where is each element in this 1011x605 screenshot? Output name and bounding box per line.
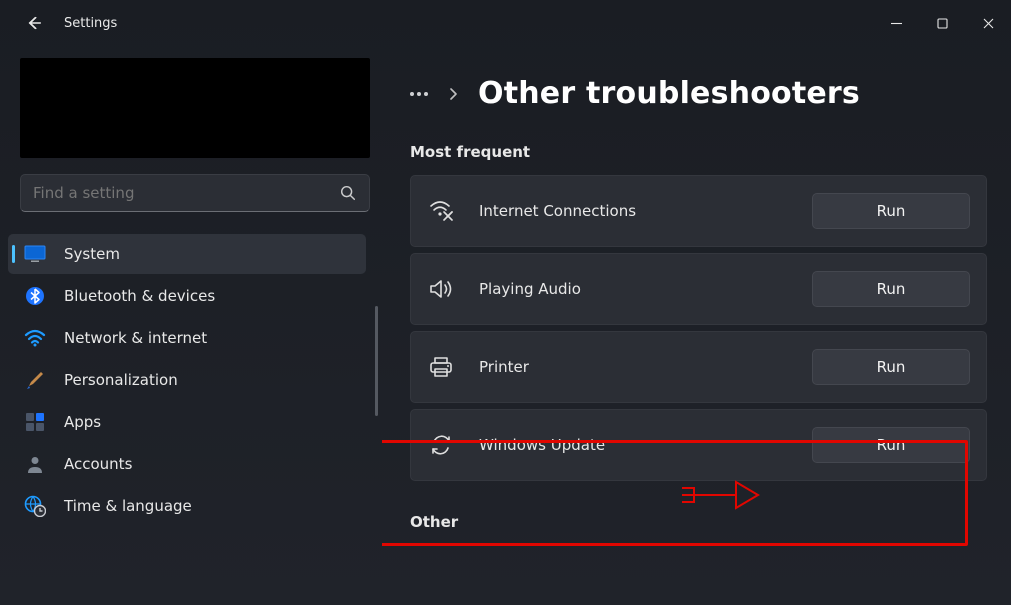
settings-window: Settings	[0, 0, 1011, 605]
troubleshooter-label: Printer	[479, 358, 529, 376]
troubleshooter-label: Windows Update	[479, 436, 605, 454]
nav-apps[interactable]: Apps	[8, 402, 366, 442]
nav-label: System	[64, 245, 120, 263]
nav-bluetooth[interactable]: Bluetooth & devices	[8, 276, 366, 316]
active-indicator	[12, 245, 15, 263]
main-content: Other troubleshooters Most frequent Inte…	[382, 46, 1011, 605]
globe-clock-icon	[24, 495, 46, 517]
run-button[interactable]: Run	[812, 427, 970, 463]
maximize-button[interactable]	[919, 0, 965, 46]
bluetooth-icon	[24, 285, 46, 307]
window-controls	[873, 0, 1011, 46]
close-button[interactable]	[965, 0, 1011, 46]
troubleshooter-internet-connections: Internet Connections Run	[410, 175, 987, 247]
nav-label: Time & language	[64, 497, 192, 515]
apps-icon	[24, 411, 46, 433]
person-icon	[24, 453, 46, 475]
nav-accounts[interactable]: Accounts	[8, 444, 366, 484]
account-header-redacted[interactable]	[20, 58, 370, 158]
section-title-other: Other	[410, 513, 987, 531]
annotation-arrow	[680, 476, 760, 514]
page-title: Other troubleshooters	[478, 76, 860, 111]
search-input[interactable]	[33, 184, 339, 202]
sidebar-scrollbar[interactable]	[375, 306, 378, 416]
section-title-most-frequent: Most frequent	[410, 143, 987, 161]
chevron-right-icon	[448, 87, 458, 101]
paintbrush-icon	[24, 369, 46, 391]
titlebar: Settings	[0, 0, 1011, 46]
troubleshooter-printer: Printer Run	[410, 331, 987, 403]
troubleshooter-playing-audio: Playing Audio Run	[410, 253, 987, 325]
troubleshooter-windows-update: Windows Update Run	[410, 409, 987, 481]
wifi-icon	[24, 327, 46, 349]
breadcrumb: Other troubleshooters	[410, 76, 987, 111]
breadcrumb-more-button[interactable]	[410, 92, 428, 96]
nav-label: Bluetooth & devices	[64, 287, 215, 305]
nav-label: Network & internet	[64, 329, 207, 347]
troubleshooter-label: Internet Connections	[479, 202, 636, 220]
nav-system[interactable]: System	[8, 234, 366, 274]
search-box[interactable]	[20, 174, 370, 212]
troubleshooter-label: Playing Audio	[479, 280, 581, 298]
run-button[interactable]: Run	[812, 349, 970, 385]
nav-label: Accounts	[64, 455, 132, 473]
window-body: System Bluetooth & devices Network & int…	[0, 46, 1011, 605]
sidebar: System Bluetooth & devices Network & int…	[0, 46, 382, 605]
nav-label: Personalization	[64, 371, 178, 389]
nav-personalization[interactable]: Personalization	[8, 360, 366, 400]
system-icon	[24, 243, 46, 265]
update-sync-icon	[427, 431, 455, 459]
run-button[interactable]: Run	[812, 193, 970, 229]
search-icon	[339, 184, 357, 202]
net-diag-icon	[427, 197, 455, 225]
troubleshooter-list: Internet Connections Run Playing Audio R…	[410, 175, 987, 481]
speaker-icon	[427, 275, 455, 303]
minimize-button[interactable]	[873, 0, 919, 46]
nav-time-language[interactable]: Time & language	[8, 486, 366, 526]
nav-network[interactable]: Network & internet	[8, 318, 366, 358]
back-button[interactable]	[24, 13, 44, 33]
run-button[interactable]: Run	[812, 271, 970, 307]
nav-label: Apps	[64, 413, 101, 431]
window-title: Settings	[64, 16, 117, 31]
nav: System Bluetooth & devices Network & int…	[8, 234, 382, 526]
printer-icon	[427, 353, 455, 381]
